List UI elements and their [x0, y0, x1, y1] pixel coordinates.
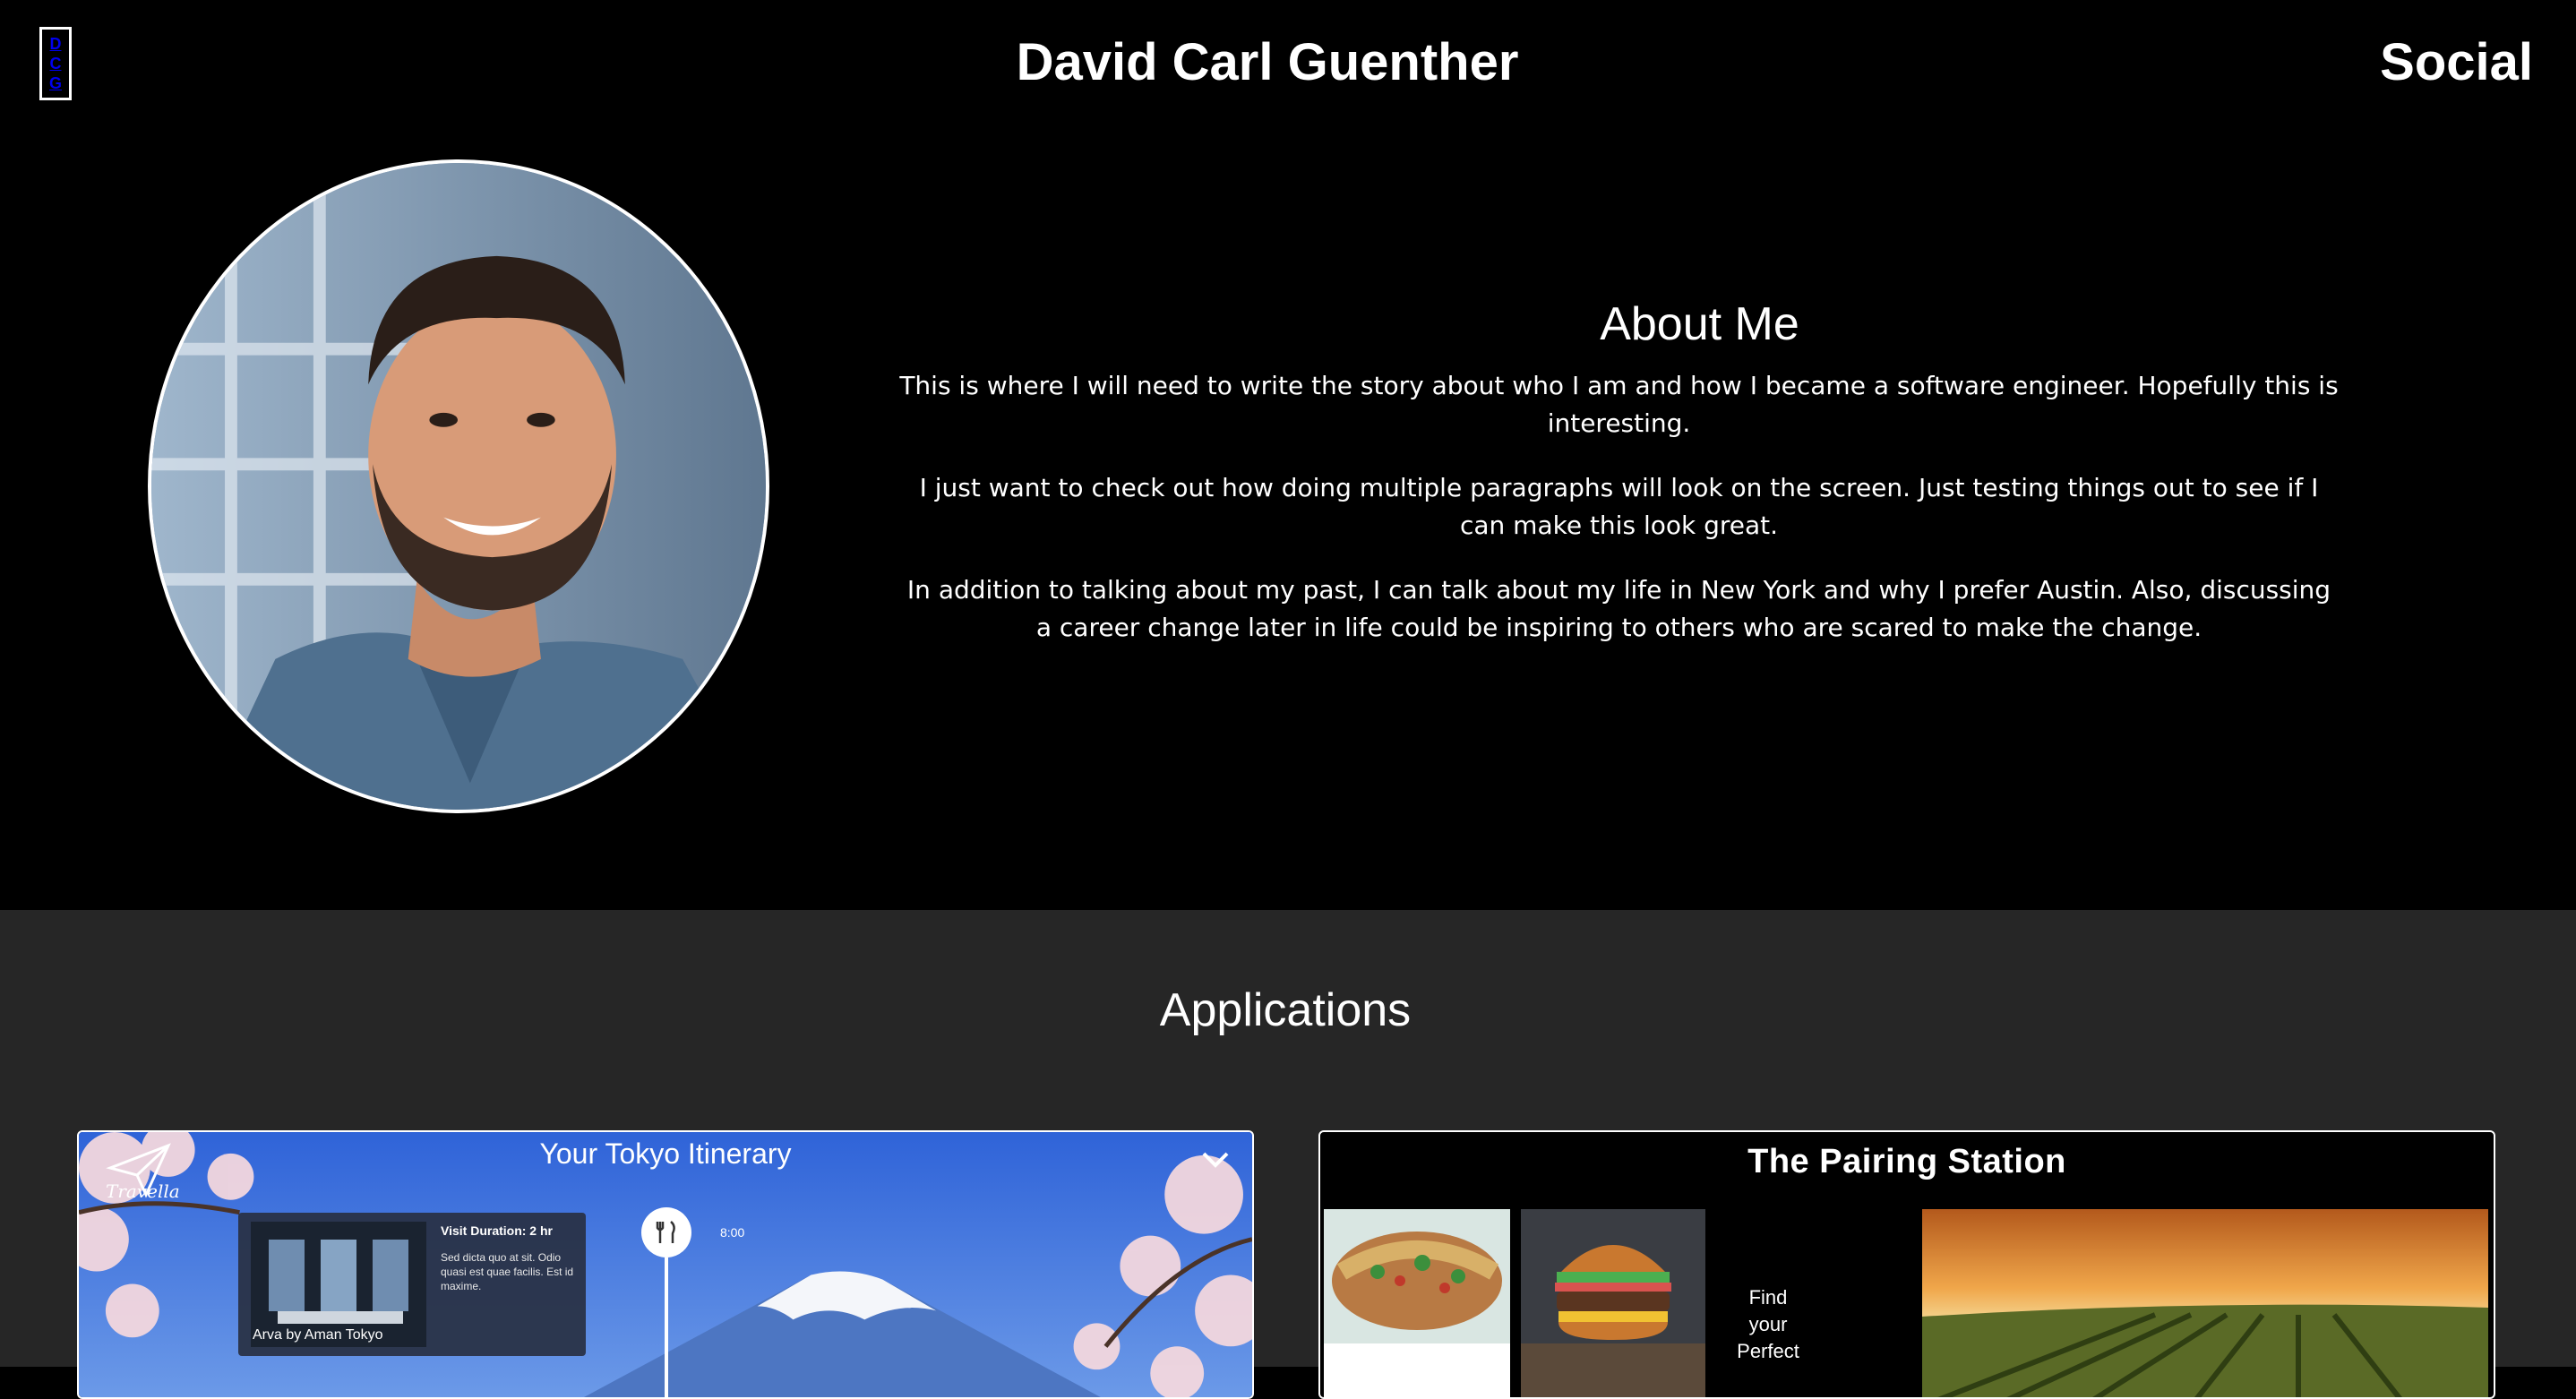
avatar-photo [151, 163, 766, 810]
timeline-line [665, 1257, 668, 1397]
tacos-image-graphic [1324, 1209, 1510, 1343]
about-paragraph-1: This is where I will need to write the s… [899, 371, 2339, 438]
tagline-line-2: your [1748, 1313, 1788, 1335]
chevron-down-icon[interactable] [1200, 1145, 1231, 1175]
vineyard-image [1922, 1209, 2488, 1397]
burger-image-graphic [1521, 1209, 1705, 1343]
tokyo-card-title: Your Tokyo Itinerary [539, 1137, 792, 1170]
itinerary-popup[interactable]: Arva by Aman Tokyo Visit Duration: 2 hr … [238, 1213, 586, 1356]
time-label: 8:00 [720, 1225, 745, 1240]
wine-glass-image [1324, 1343, 1510, 1397]
tagline-line-1: Find [1748, 1286, 1788, 1309]
fork-knife-glyph [656, 1221, 675, 1243]
about-text: This is where I will need to write the s… [896, 367, 2342, 674]
about-paragraph-2: I just want to check out how doing multi… [919, 473, 2319, 540]
fork-knife-icon[interactable] [641, 1207, 691, 1257]
visit-duration: Visit Duration: 2 hr [441, 1223, 553, 1238]
pairing-tagline: Find your Perfect [1705, 1284, 1831, 1365]
applications-heading: Applications [1159, 984, 1412, 1036]
restaurant-name: Arva by Aman Tokyo [253, 1327, 383, 1343]
pasta-image [1521, 1343, 1705, 1397]
about-heading: About Me [1600, 298, 1799, 350]
tagline-line-3: Perfect [1737, 1340, 1799, 1362]
social-link[interactable]: Social [2380, 32, 2533, 92]
app-card-tokyo-itinerary[interactable]: Travella Your Tokyo Itinerary Arva by Am… [77, 1130, 1254, 1399]
travella-brand: Travella [106, 1180, 180, 1202]
app-card-pairing-station[interactable]: The Pairing Station Find your Perfect [1318, 1130, 2495, 1399]
burger-image [1521, 1209, 1705, 1343]
vineyard-image-graphic [1922, 1209, 2488, 1397]
about-paragraph-3: In addition to talking about my past, I … [906, 575, 2331, 642]
pairing-card-title: The Pairing Station [1747, 1143, 2066, 1180]
site-title: David Carl Guenther [1016, 33, 1519, 91]
avatar [148, 159, 769, 813]
tacos-image [1324, 1209, 1510, 1343]
itinerary-description: Sed dicta quo at sit. Odio quasi est qua… [441, 1251, 574, 1292]
applications-section: Applications Travella Your Tokyo Itinera… [0, 910, 2576, 1399]
